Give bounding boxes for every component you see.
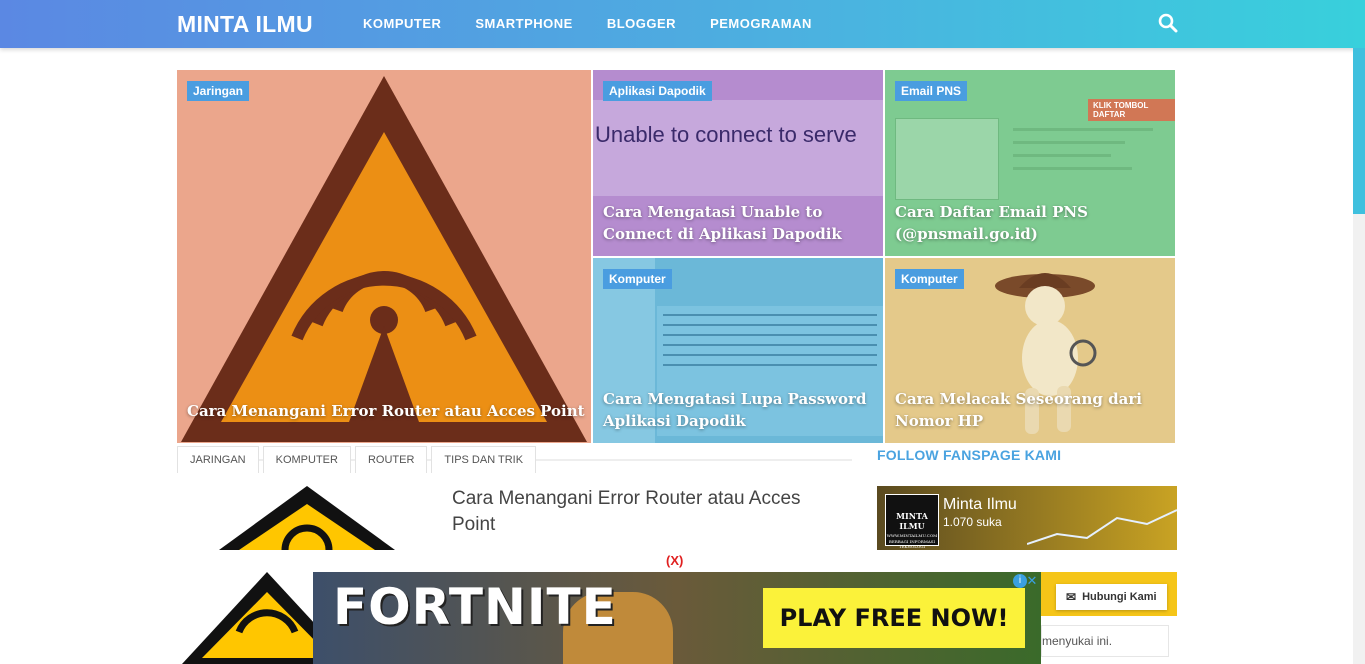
tag-list: JARINGAN KOMPUTER ROUTER TIPS DAN TRIK: [177, 446, 537, 473]
ad-cta-button[interactable]: PLAY FREE NOW!: [763, 588, 1025, 648]
warning-sign-thumbnail: [219, 486, 395, 550]
nav-item-komputer[interactable]: KOMPUTER: [363, 16, 441, 31]
tag-jaringan[interactable]: JARINGAN: [177, 446, 259, 473]
form-lines-image: [1013, 128, 1153, 190]
facebook-page-widget[interactable]: MINTA ILMU WWW.MINTAILMU.COM BERBAGI INF…: [877, 486, 1177, 550]
fb-page-avatar[interactable]: MINTA ILMU WWW.MINTAILMU.COM BERBAGI INF…: [885, 494, 939, 549]
post-thumbnail[interactable]: [177, 486, 437, 550]
tag-router[interactable]: ROUTER: [354, 446, 428, 473]
ad-dismiss-icon[interactable]: ✕: [1025, 574, 1039, 588]
tag-tips-dan-trik[interactable]: TIPS DAN TRIK: [431, 446, 537, 473]
category-badge[interactable]: Aplikasi Dapodik: [603, 81, 712, 101]
ad-close-button[interactable]: (X): [666, 553, 683, 568]
nav-item-smartphone[interactable]: SMARTPHONE: [475, 16, 572, 31]
site-logo[interactable]: MINTA ILMU: [177, 11, 313, 38]
category-badge[interactable]: Komputer: [603, 269, 672, 289]
search-icon[interactable]: [1158, 13, 1178, 33]
featured-post-2[interactable]: Unable to connect to serve Aplikasi Dapo…: [593, 70, 883, 256]
nav-item-pemograman[interactable]: PEMOGRAMAN: [710, 16, 812, 31]
featured-post-5[interactable]: Komputer Cara Melacak Seseorang dari Nom…: [885, 258, 1175, 443]
fb-like-count: 1.070 suka: [943, 515, 1002, 529]
fb-page-name[interactable]: Minta Ilmu: [943, 496, 1017, 514]
category-badge[interactable]: Jaringan: [187, 81, 250, 101]
featured-post-1[interactable]: Jaringan Cara Menangani Error Router ata…: [177, 70, 591, 443]
top-navbar: MINTA ILMU KOMPUTER SMARTPHONE BLOGGER P…: [0, 0, 1365, 48]
chart-cover-image: [1027, 509, 1177, 545]
featured-post-title[interactable]: Cara Mengatasi Unable to Connect di Apli…: [603, 201, 878, 245]
featured-post-3[interactable]: KLIK TOMBOL DAFTAR Email PNS Cara Daftar…: [885, 70, 1175, 256]
tag-komputer[interactable]: KOMPUTER: [262, 446, 351, 473]
contact-label: Hubungi Kami: [1082, 591, 1157, 603]
screenshot-image: [593, 100, 883, 196]
featured-post-title[interactable]: Cara Mengatasi Lupa Password Aplikasi Da…: [603, 388, 878, 432]
featured-post-title[interactable]: Cara Daftar Email PNS (@pnsmail.go.id): [895, 201, 1170, 245]
envelope-icon: ✉: [1066, 590, 1077, 604]
featured-post-title[interactable]: Cara Melacak Seseorang dari Nomor HP: [895, 388, 1170, 432]
post-title[interactable]: Cara Menangani Error Router atau Acces P…: [452, 486, 842, 538]
main-nav: KOMPUTER SMARTPHONE BLOGGER PEMOGRAMAN: [363, 16, 812, 31]
fb-liked-text: menyukai ini.: [1041, 625, 1169, 657]
contact-button[interactable]: ✉ Hubungi Kami: [1056, 584, 1167, 610]
follow-fanspage-heading: FOLLOW FANSPAGE KAMI: [877, 447, 1062, 463]
nav-item-blogger[interactable]: BLOGGER: [607, 16, 676, 31]
advertisement-banner[interactable]: FORTNITE PLAY FREE NOW! i ✕: [313, 572, 1041, 664]
login-form-image: [895, 118, 999, 200]
post-thumbnail-2[interactable]: [177, 572, 313, 664]
category-badge[interactable]: Komputer: [895, 269, 964, 289]
category-badge[interactable]: Email PNS: [895, 81, 968, 101]
ad-title: FORTNITE: [333, 578, 617, 636]
warning-sign-thumbnail: [182, 572, 313, 664]
scrollbar-thumb[interactable]: [1353, 48, 1365, 214]
featured-post-4[interactable]: Komputer Cara Mengatasi Lupa Password Ap…: [593, 258, 883, 443]
daftar-label-image: KLIK TOMBOL DAFTAR: [1088, 99, 1175, 121]
featured-post-title[interactable]: Cara Menangani Error Router atau Acces P…: [187, 400, 587, 422]
warning-sign-image: [181, 76, 587, 442]
screenshot-text: Unable to connect to serve: [595, 122, 857, 147]
